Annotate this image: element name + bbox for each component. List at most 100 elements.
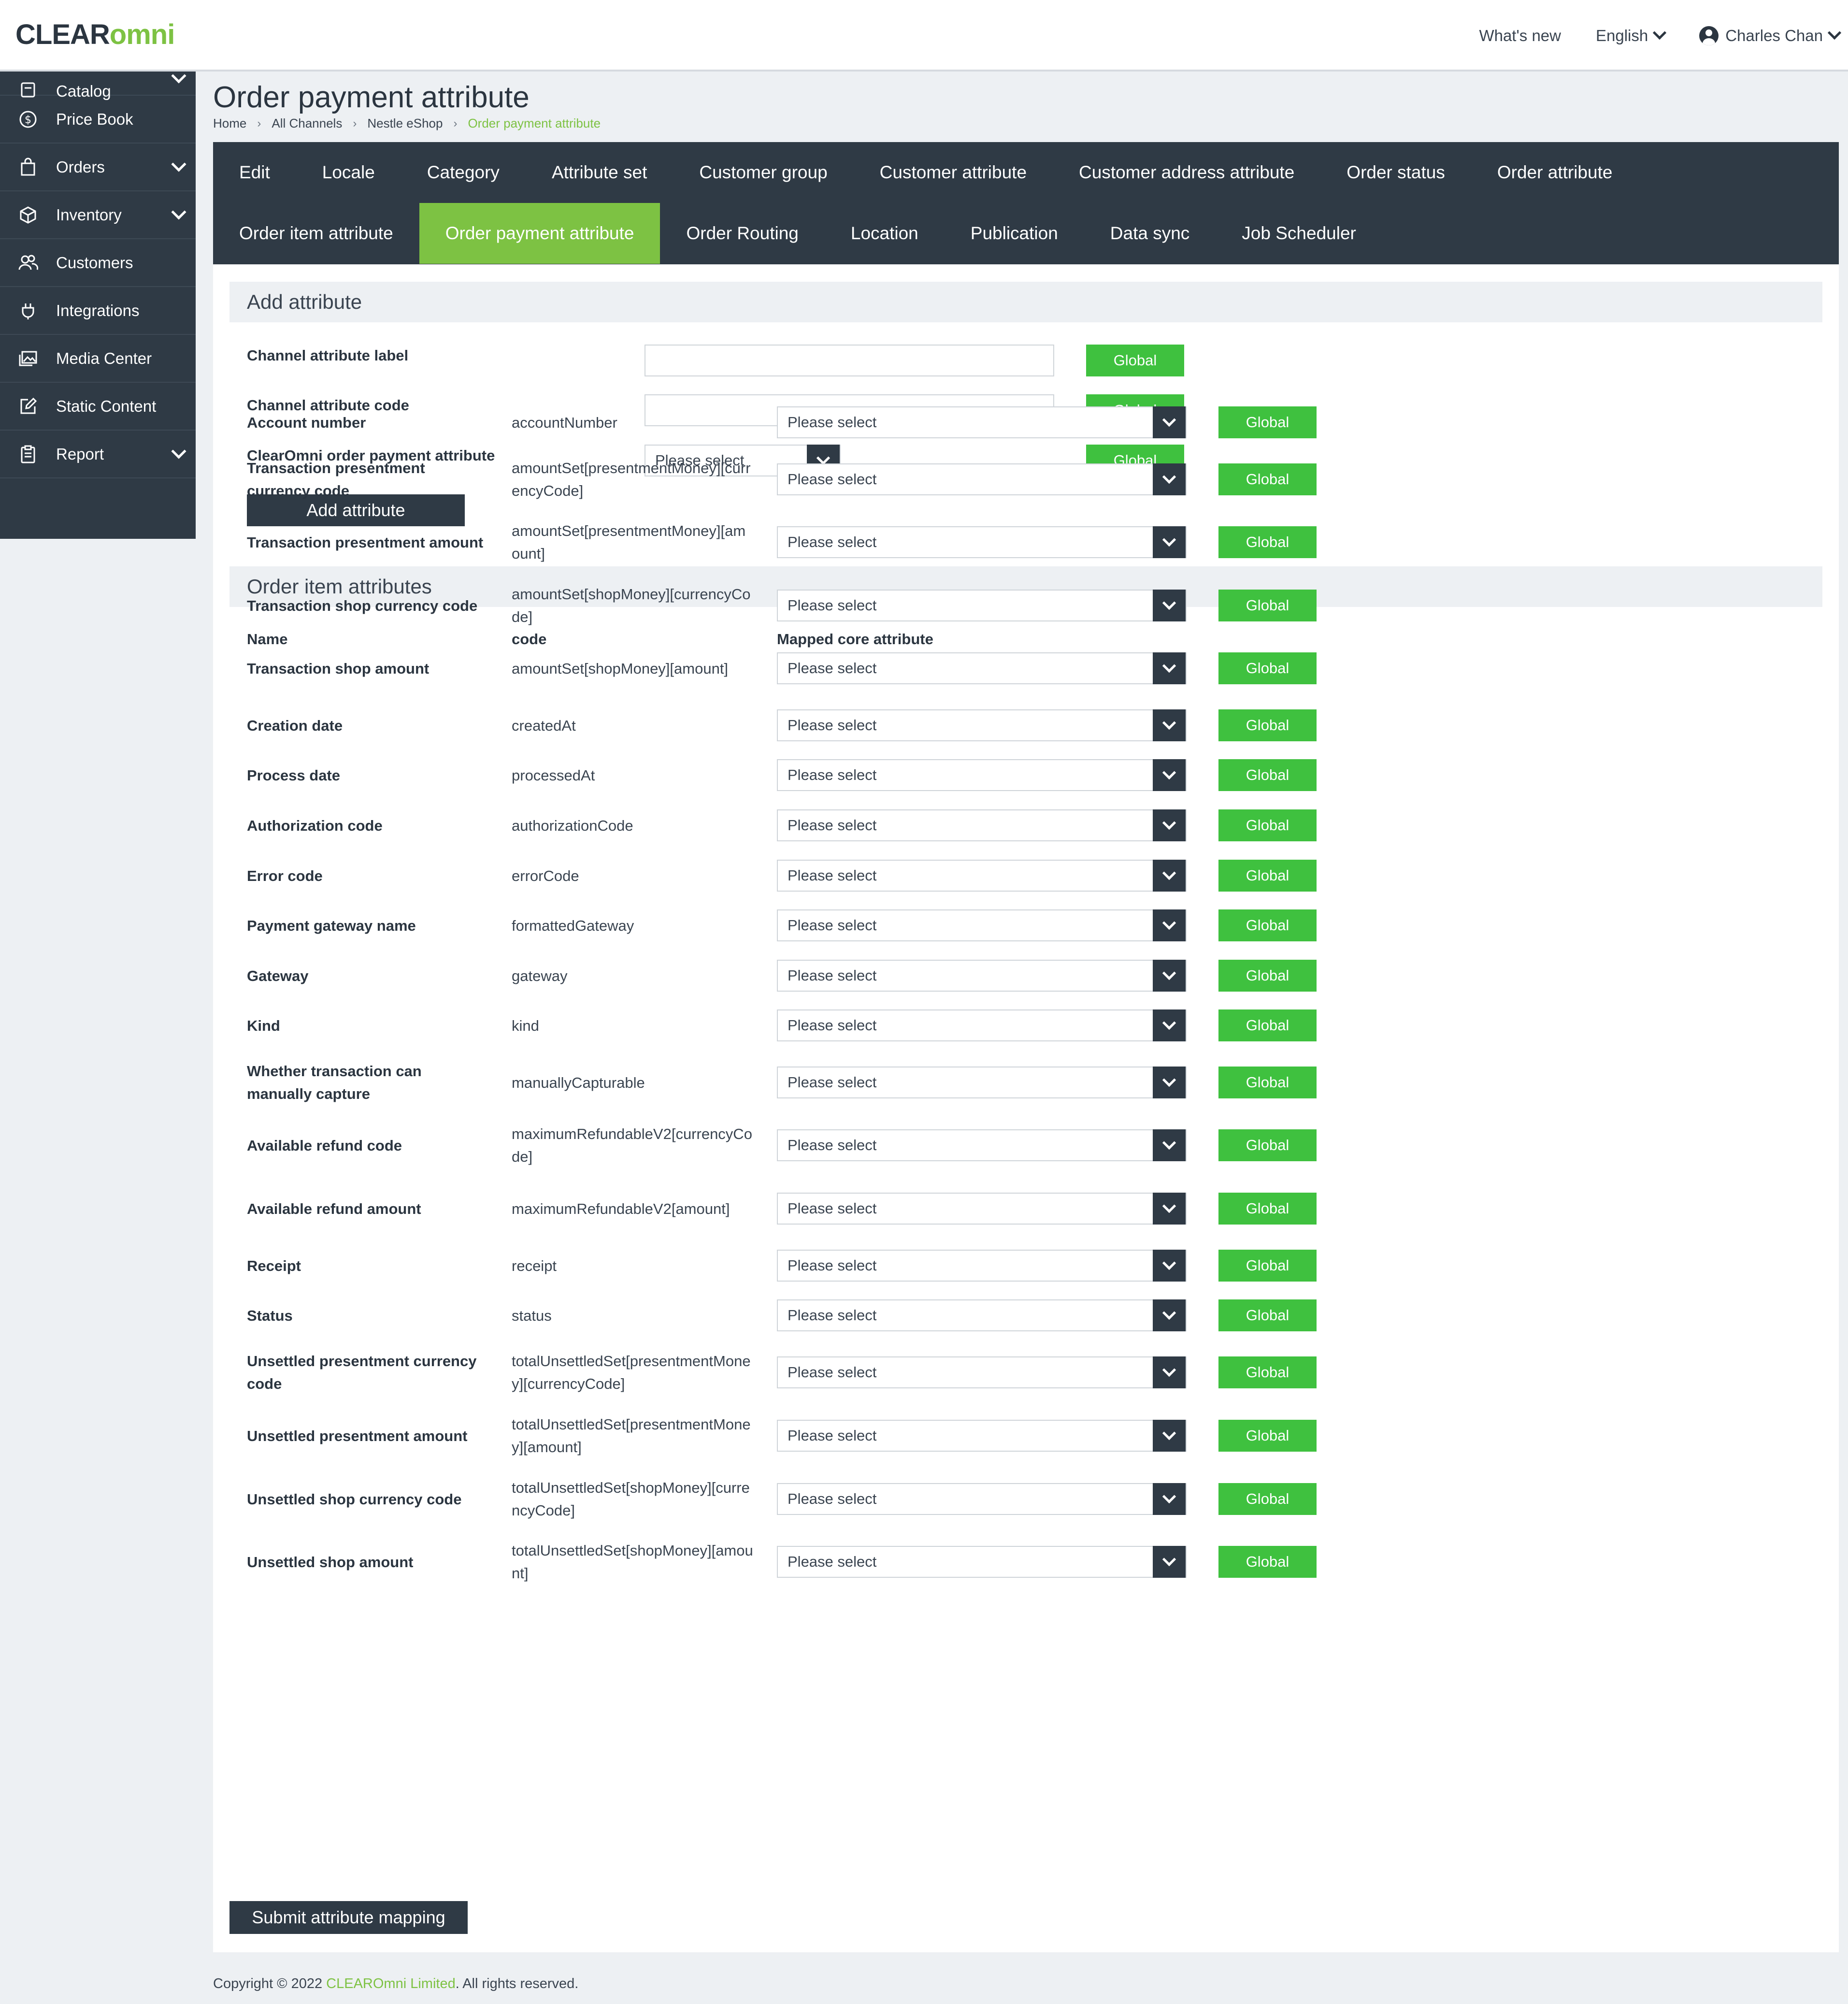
chevron-down-icon [1153, 1299, 1186, 1331]
global-button[interactable]: Global [1218, 1067, 1317, 1098]
sidebar-item-orders[interactable]: Orders [0, 144, 196, 191]
mapped-core-attribute-select[interactable]: Please select [777, 860, 1187, 892]
mapped-core-attribute-select[interactable]: Please select [777, 1009, 1187, 1041]
sidebar-item-integrations[interactable]: Integrations [0, 287, 196, 335]
sidebar-item-label: Integrations [56, 301, 140, 319]
mapped-core-attribute-select[interactable]: Please select [777, 909, 1187, 941]
user-menu[interactable]: Charles Chan [1699, 26, 1842, 45]
sidebar-item-inventory[interactable]: Inventory [0, 191, 196, 239]
select-value: Please select [788, 414, 877, 431]
breadcrumb-home[interactable]: Home [213, 116, 246, 131]
mapped-core-attribute-select[interactable]: Please select [777, 1546, 1187, 1578]
global-button[interactable]: Global [1218, 1009, 1317, 1041]
tab-category[interactable]: Category [401, 142, 526, 203]
sidebar-item-report[interactable]: Report [0, 431, 196, 478]
tab-order-routing[interactable]: Order Routing [660, 203, 824, 264]
mapped-core-attribute-select[interactable]: Please select [777, 1250, 1187, 1282]
global-button[interactable]: Global [1218, 860, 1317, 892]
attribute-name: Available refund code [247, 1137, 402, 1154]
global-button[interactable]: Global [1218, 1129, 1317, 1161]
select-value: Please select [788, 1017, 877, 1034]
mapped-core-attribute-select[interactable]: Please select [777, 1420, 1187, 1452]
chevron-down-icon [1153, 809, 1186, 841]
sidebar-item-label: Orders [56, 158, 105, 176]
global-button[interactable]: Global [1218, 463, 1317, 495]
tab-customer-address-attribute[interactable]: Customer address attribute [1053, 142, 1320, 203]
tab-order-attribute[interactable]: Order attribute [1471, 142, 1639, 203]
tab-job-scheduler[interactable]: Job Scheduler [1216, 203, 1382, 264]
tab-location[interactable]: Location [825, 203, 945, 264]
language-dropdown[interactable]: English [1596, 26, 1667, 45]
global-button[interactable]: Global [1218, 809, 1317, 841]
footer-brand-link[interactable]: CLEAROmni Limited [326, 1976, 456, 1991]
tab-customer-attribute[interactable]: Customer attribute [854, 142, 1053, 203]
tab-customer-group[interactable]: Customer group [673, 142, 853, 203]
mapped-core-attribute-select[interactable]: Please select [777, 1483, 1187, 1515]
clearomni-logo[interactable]: CLEARomni [15, 18, 175, 51]
global-button[interactable]: Global [1218, 1546, 1317, 1578]
attribute-code: kind [512, 1017, 539, 1034]
tab-attribute-set[interactable]: Attribute set [526, 142, 673, 203]
mapped-core-attribute-select[interactable]: Please select [777, 1193, 1187, 1225]
sidebar-item-price-book[interactable]: $ Price Book [0, 96, 196, 144]
global-button[interactable]: Global [1218, 526, 1317, 558]
breadcrumb-channel[interactable]: Nestle eShop [367, 116, 443, 131]
mapped-core-attribute-select[interactable]: Please select [777, 759, 1187, 791]
whats-new-link[interactable]: What's new [1479, 27, 1561, 45]
global-button[interactable]: Global [1218, 406, 1317, 438]
chevron-down-icon [1153, 960, 1186, 992]
global-button[interactable]: Global [1218, 1420, 1317, 1452]
channel-attribute-label-input[interactable] [645, 345, 1054, 376]
mapped-core-attribute-select[interactable]: Please select [777, 809, 1187, 841]
mapped-core-attribute-select[interactable]: Please select [777, 960, 1187, 992]
sidebar-item-media-center[interactable]: Media Center [0, 335, 196, 383]
global-button[interactable]: Global [1218, 652, 1317, 684]
mapped-core-attribute-select[interactable]: Please select [777, 590, 1187, 621]
global-button[interactable]: Global [1218, 759, 1317, 791]
mapped-core-attribute-select[interactable]: Please select [777, 1356, 1187, 1388]
global-button[interactable]: Global [1218, 1483, 1317, 1515]
submit-attribute-mapping-button[interactable]: Submit attribute mapping [229, 1901, 468, 1934]
chevron-down-icon [1153, 709, 1186, 741]
global-button[interactable]: Global [1218, 960, 1317, 992]
top-bar: CLEARomni What's new English Charles Cha… [0, 0, 1848, 72]
tab-order-item-attribute[interactable]: Order item attribute [213, 203, 419, 264]
mapped-core-attribute-select[interactable]: Please select [777, 652, 1187, 684]
attribute-name: Transaction shop currency code [247, 597, 478, 614]
attribute-code: totalUnsettledSet[shopMoney][currencyCod… [512, 1479, 750, 1519]
global-button[interactable]: Global [1218, 1193, 1317, 1225]
mapped-core-attribute-select[interactable]: Please select [777, 1129, 1187, 1161]
global-button[interactable]: Global [1218, 909, 1317, 941]
chevron-down-icon [1653, 26, 1667, 40]
tab-order-payment-attribute[interactable]: Order payment attribute [419, 203, 660, 264]
sidebar-item-label: Inventory [56, 205, 122, 224]
sidebar-item-static-content[interactable]: Static Content [0, 383, 196, 431]
tab-edit[interactable]: Edit [213, 142, 296, 203]
clipboard-icon [17, 444, 39, 465]
mapped-core-attribute-select[interactable]: Please select [777, 526, 1187, 558]
select-value: Please select [788, 817, 877, 834]
table-row: Available refund code maximumRefundableV2… [213, 1123, 1839, 1168]
dollar-icon: $ [17, 109, 39, 130]
global-button[interactable]: Global [1218, 1356, 1317, 1388]
mapped-core-attribute-select[interactable]: Please select [777, 406, 1187, 438]
tab-locale[interactable]: Locale [296, 142, 401, 203]
mapped-core-attribute-select[interactable]: Please select [777, 1299, 1187, 1331]
global-button[interactable]: Global [1218, 590, 1317, 621]
global-button[interactable]: Global [1218, 1299, 1317, 1331]
tab-order-status[interactable]: Order status [1320, 142, 1471, 203]
mapped-core-attribute-select[interactable]: Please select [777, 709, 1187, 741]
global-button[interactable]: Global [1218, 709, 1317, 741]
mapped-core-attribute-select[interactable]: Please select [777, 1067, 1187, 1098]
users-icon [17, 252, 39, 274]
attribute-name: Payment gateway name [247, 917, 416, 934]
global-button[interactable]: Global [1218, 1250, 1317, 1282]
mapped-core-attribute-select[interactable]: Please select [777, 463, 1187, 495]
chevron-down-icon [171, 157, 186, 172]
tab-data-sync[interactable]: Data sync [1084, 203, 1216, 264]
sidebar-item-customers[interactable]: Customers [0, 239, 196, 287]
tab-publication[interactable]: Publication [945, 203, 1084, 264]
breadcrumb-all-channels[interactable]: All Channels [272, 116, 342, 131]
sidebar-item-catalog[interactable]: Catalog [0, 72, 196, 100]
global-button[interactable]: Global [1086, 345, 1184, 376]
